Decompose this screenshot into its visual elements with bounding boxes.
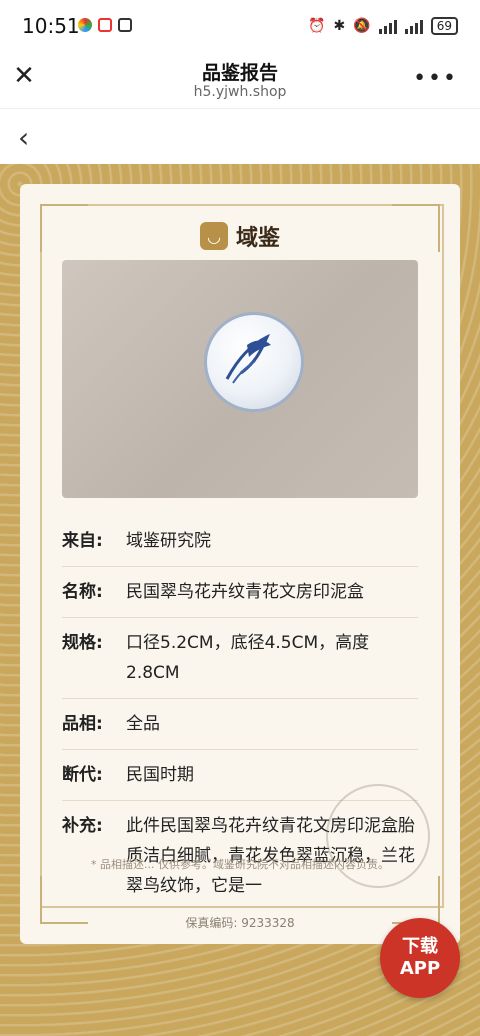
- code-label: 保真编码:: [185, 916, 238, 930]
- battery-icon: 69: [430, 17, 458, 35]
- field-value: 全品: [126, 714, 160, 734]
- corner-ornament: [392, 204, 440, 252]
- bird-icon: [225, 333, 271, 384]
- page-domain: h5.yjwh.shop: [193, 84, 287, 100]
- status-bar: 10:51 ⏰ ✱ 🔕 69: [0, 0, 480, 52]
- field-label: 品相:: [62, 714, 103, 734]
- disclaimer-note: * 品相描述... 仅供参考。域鉴研究院不对品相描述内容负责。: [91, 858, 389, 871]
- nav-bar: ‹: [0, 108, 480, 165]
- field-row: 来自: 域鉴研究院: [62, 516, 418, 567]
- field-value: 域鉴研究院: [126, 531, 211, 551]
- browser-title-bar: ✕ 品鉴报告 h5.yjwh.shop •••: [0, 52, 480, 108]
- signal-icon: [378, 18, 397, 34]
- alarm-icon: ⏰: [308, 18, 326, 34]
- code-value: 9233328: [241, 916, 295, 930]
- status-right: ⏰ ✱ 🔕 69: [308, 17, 458, 35]
- app-icon-colorful: [78, 18, 92, 32]
- nfc-icon: [118, 18, 132, 32]
- app-icon-red: [98, 18, 112, 32]
- field-row: 规格: 口径5.2CM，底径4.5CM，高度2.8CM: [62, 618, 418, 699]
- back-icon[interactable]: ‹: [18, 121, 29, 154]
- brand-logo: ◡ 域鉴: [200, 220, 280, 252]
- field-label: 来自:: [62, 531, 103, 551]
- more-icon[interactable]: •••: [413, 66, 458, 91]
- signal-icon-2: [404, 18, 423, 34]
- bluetooth-icon: ✱: [333, 18, 346, 34]
- mute-icon: 🔕: [353, 18, 371, 34]
- field-value: 民国翠鸟花卉纹青花文房印泥盒: [126, 582, 364, 602]
- report-card: ◡ 域鉴 来自: 域鉴研究院 名称: 民国翠鸟花卉纹青花文房印泥盒 规格: 口径5.2…: [20, 184, 460, 944]
- download-app-button[interactable]: 下载 APP: [380, 918, 460, 998]
- field-label: 规格:: [62, 633, 103, 653]
- field-row: 名称: 民国翠鸟花卉纹青花文房印泥盒: [62, 567, 418, 618]
- status-app-icons: [78, 18, 132, 32]
- brand-name: 域鉴: [236, 226, 281, 251]
- logo-icon: ◡: [200, 222, 228, 250]
- page-title: 品鉴报告: [201, 62, 278, 84]
- item-photo: [62, 260, 418, 498]
- field-label: 名称:: [62, 582, 103, 602]
- field-label: 断代:: [62, 765, 103, 785]
- corner-ornament: [40, 204, 88, 252]
- porcelain-box: [204, 312, 304, 412]
- field-value: 口径5.2CM，底径4.5CM，高度2.8CM: [126, 633, 370, 683]
- field-row: 品相: 全品: [62, 699, 418, 750]
- download-label: 下载 APP: [399, 936, 441, 979]
- status-time: 10:51: [22, 14, 80, 38]
